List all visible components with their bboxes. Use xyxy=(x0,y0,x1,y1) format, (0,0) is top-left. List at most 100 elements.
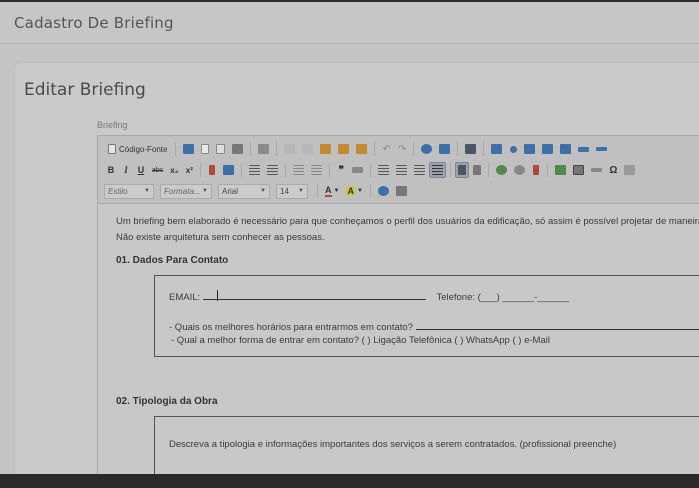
document-icon xyxy=(108,144,116,154)
select-field-icon xyxy=(560,144,572,154)
textfield-icon xyxy=(524,144,536,154)
toolbar-separator xyxy=(175,142,177,156)
chevron-down-icon: ▼ xyxy=(260,188,266,194)
align-justify-button[interactable] xyxy=(429,162,447,178)
maximize-icon xyxy=(377,186,389,196)
copy-format-button[interactable] xyxy=(205,162,219,178)
bullet-list-button[interactable] xyxy=(264,162,281,178)
editor-content[interactable]: Um briefing bem elaborado é necessário p… xyxy=(98,205,699,474)
bg-color-button[interactable]: A ▼ xyxy=(343,183,365,199)
button-field-button[interactable] xyxy=(575,141,592,157)
textarea-button[interactable] xyxy=(539,141,556,157)
align-right-button[interactable] xyxy=(411,162,428,178)
table-icon xyxy=(573,165,585,175)
source-button[interactable]: Código-Fonte xyxy=(104,141,171,157)
blockquote-button[interactable]: ❞ xyxy=(334,162,348,178)
cut-button[interactable] xyxy=(281,141,298,157)
eraser-icon xyxy=(223,165,235,175)
maximize-button[interactable] xyxy=(375,183,392,199)
rich-text-editor: Código-Fonte ↶ ↷ B I U abc x₂ x² ❞ Ω Est… xyxy=(97,135,699,474)
textfield-button[interactable] xyxy=(521,141,538,157)
select-all-button[interactable] xyxy=(462,141,479,157)
section-2-title: 02. Tipologia da Obra xyxy=(116,396,218,407)
paste-text-icon xyxy=(338,144,350,154)
show-blocks-button[interactable] xyxy=(393,183,410,199)
subscript-button[interactable]: x₂ xyxy=(167,162,181,178)
undo-icon: ↶ xyxy=(382,143,391,155)
text-color-icon: A xyxy=(325,185,332,197)
underline-button[interactable]: U xyxy=(134,162,148,178)
toolbar-separator xyxy=(413,142,415,156)
text-color-button[interactable]: A ▼ xyxy=(322,183,342,199)
table-button[interactable] xyxy=(570,162,587,178)
outdent-button[interactable] xyxy=(290,162,307,178)
undo-button[interactable]: ↶ xyxy=(379,141,393,157)
image-icon xyxy=(555,165,567,175)
toolbar-separator xyxy=(241,163,243,177)
superscript-button[interactable]: x² xyxy=(182,162,196,178)
link-button[interactable] xyxy=(493,162,510,178)
image-button[interactable] xyxy=(552,162,569,178)
align-justify-icon xyxy=(432,165,444,175)
paste-button[interactable] xyxy=(317,141,334,157)
numbered-list-button[interactable] xyxy=(246,162,263,178)
paste-text-button[interactable] xyxy=(335,141,352,157)
replace-button[interactable] xyxy=(436,141,453,157)
ltr-button[interactable] xyxy=(455,162,470,178)
page-break-button[interactable] xyxy=(621,162,638,178)
form-button[interactable] xyxy=(488,141,505,157)
chevron-down-icon: ▼ xyxy=(202,188,208,194)
save-button[interactable] xyxy=(180,141,197,157)
align-left-button[interactable] xyxy=(375,162,392,178)
indent-button[interactable] xyxy=(308,162,325,178)
bold-button[interactable]: B xyxy=(104,162,118,178)
outdent-icon xyxy=(293,165,305,175)
new-page-icon xyxy=(201,144,210,154)
paste-word-button[interactable] xyxy=(353,141,370,157)
checkbox-button[interactable] xyxy=(506,141,520,157)
page-header: Cadastro De Briefing xyxy=(0,2,699,44)
toolbar-separator xyxy=(276,142,278,156)
copy-button[interactable] xyxy=(299,141,316,157)
size-select[interactable]: 14 ▼ xyxy=(276,183,308,199)
hidden-field-button[interactable] xyxy=(593,141,610,157)
special-char-button[interactable]: Ω xyxy=(606,162,620,178)
horizontal-rule-icon xyxy=(591,168,603,172)
numbered-list-icon xyxy=(249,165,261,175)
font-select-value: Arial xyxy=(222,186,239,196)
font-select[interactable]: Arial ▼ xyxy=(218,183,270,199)
toolbar-separator xyxy=(457,142,459,156)
redo-button[interactable]: ↷ xyxy=(395,141,409,157)
div-icon xyxy=(352,167,364,173)
format-select[interactable]: Formata... ▼ xyxy=(160,183,212,199)
toolbar-separator xyxy=(450,163,452,177)
new-page-button[interactable] xyxy=(198,141,212,157)
tipologia-row: Descreva a tipologia e informações impor… xyxy=(169,439,616,450)
anchor-button[interactable] xyxy=(529,162,543,178)
paste-icon xyxy=(320,144,332,154)
print-button[interactable] xyxy=(229,141,246,157)
rtl-button[interactable] xyxy=(470,162,484,178)
tipologia-table: Descreva a tipologia e informações impor… xyxy=(154,416,699,474)
italic-button[interactable]: I xyxy=(119,162,133,178)
unlink-button[interactable] xyxy=(511,162,528,178)
templates-button[interactable] xyxy=(255,141,272,157)
preview-button[interactable] xyxy=(213,141,228,157)
card-title: Editar Briefing xyxy=(24,80,146,100)
find-button[interactable] xyxy=(418,141,435,157)
flag-icon xyxy=(533,165,540,175)
select-field-button[interactable] xyxy=(557,141,574,157)
strike-button[interactable]: abc xyxy=(149,162,166,178)
remove-format-button[interactable] xyxy=(220,162,237,178)
email-blank xyxy=(217,290,426,300)
text-direction-ltr-icon xyxy=(458,165,467,175)
email-label: EMAIL: xyxy=(169,292,201,303)
toolbar-separator xyxy=(285,163,287,177)
email-row: EMAIL: Telefone: (___) ______-______ xyxy=(169,290,569,303)
div-button[interactable] xyxy=(349,162,366,178)
brush-icon xyxy=(209,165,216,175)
radio-icon xyxy=(509,145,517,153)
horizontal-rule-button[interactable] xyxy=(588,162,605,178)
align-center-button[interactable] xyxy=(393,162,410,178)
style-select[interactable]: Estilo ▼ xyxy=(104,183,154,199)
